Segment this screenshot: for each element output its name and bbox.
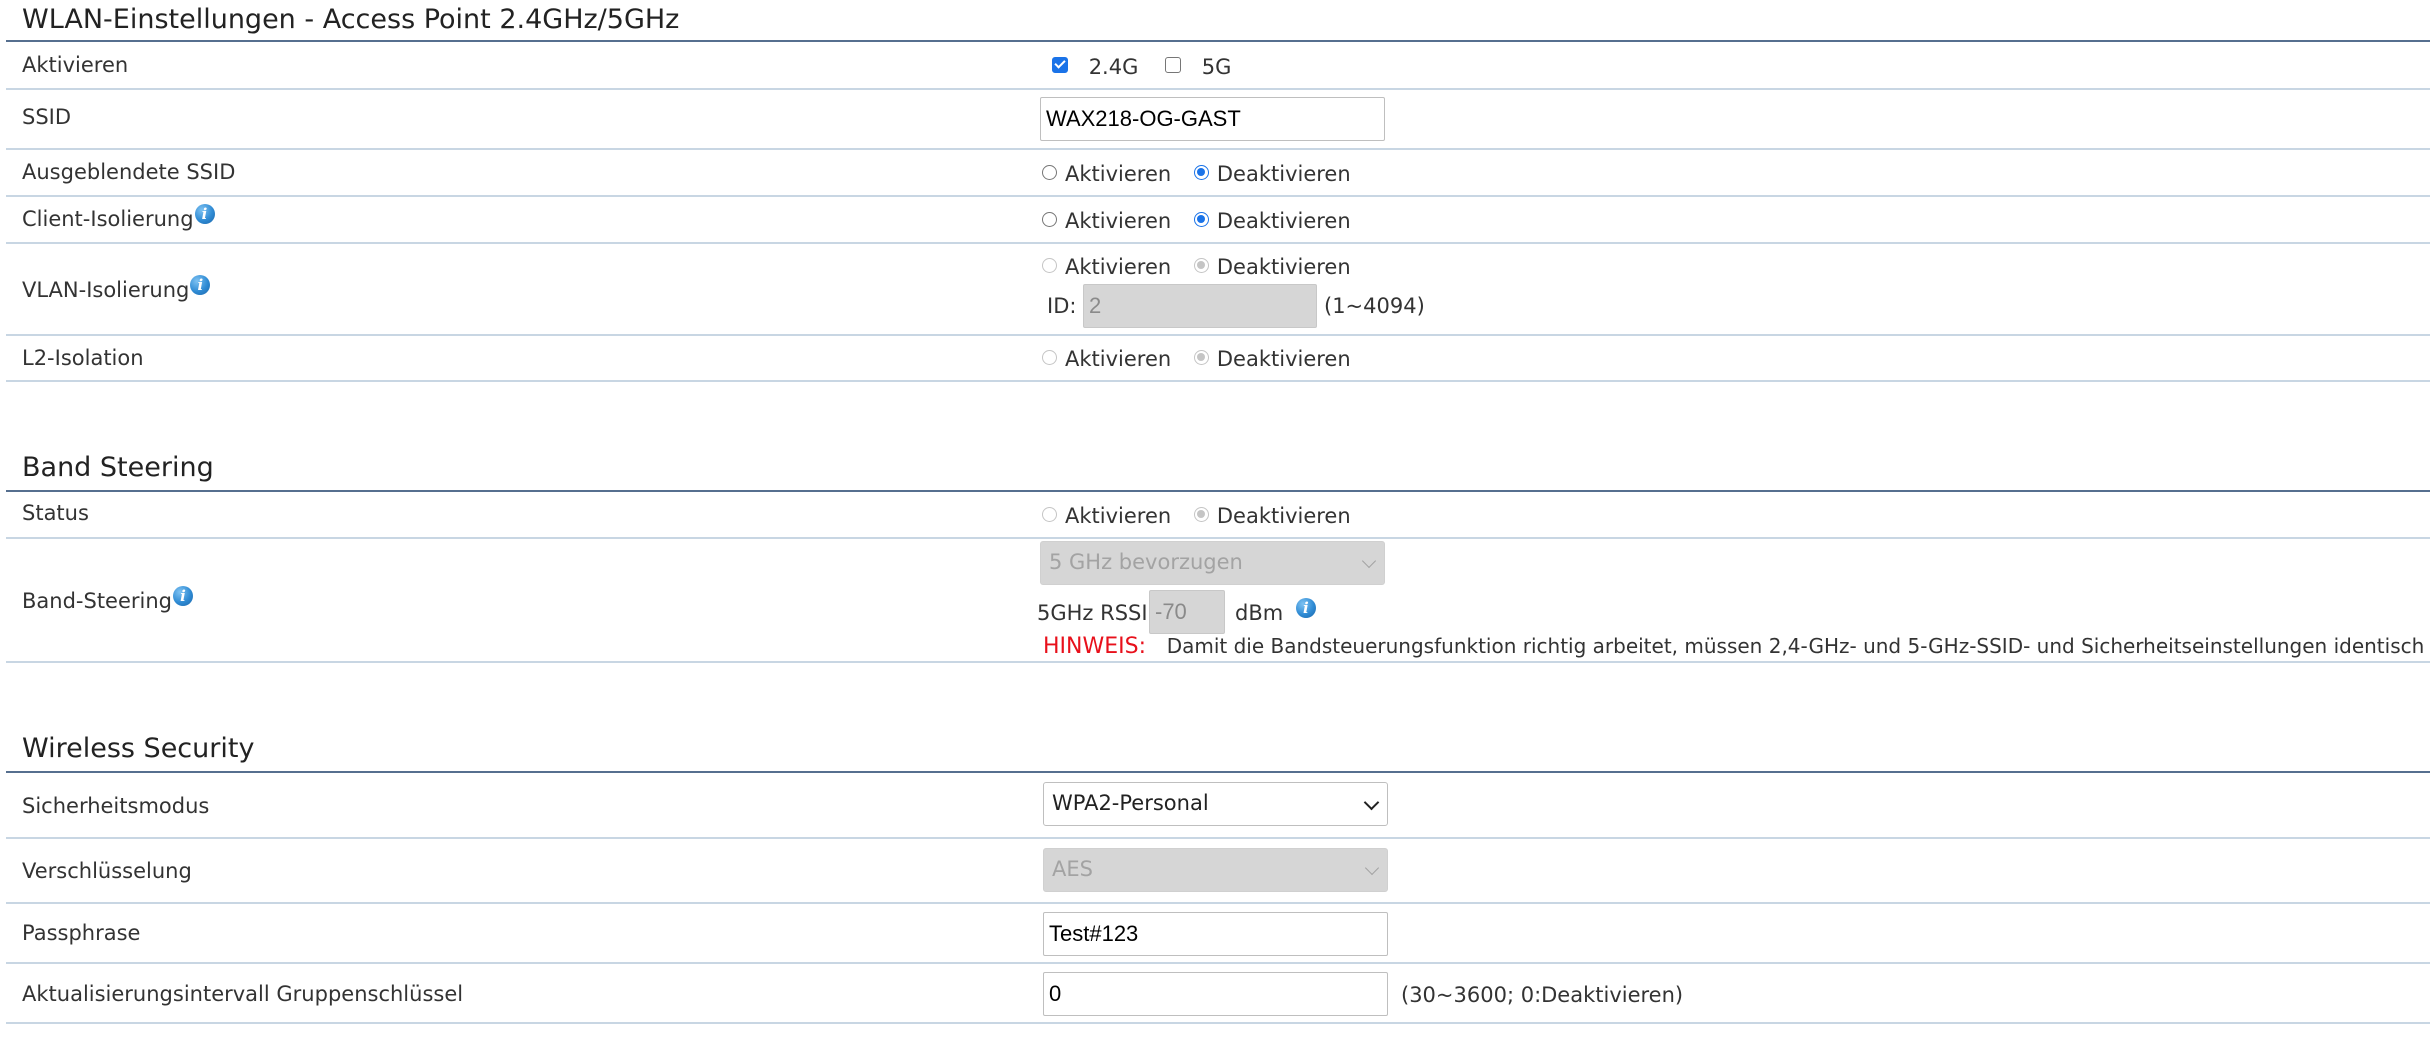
row-divider bbox=[6, 334, 2430, 336]
security-mode-label: Sicherheitsmodus bbox=[22, 794, 210, 818]
rssi-unit-label: dBm bbox=[1235, 601, 1284, 625]
enable-label: Aktivieren bbox=[22, 53, 129, 77]
encryption-select[interactable]: AES bbox=[1043, 848, 1388, 892]
chevron-down-icon bbox=[1364, 860, 1380, 876]
row-divider bbox=[6, 242, 2430, 244]
client-isolation-disable-radio[interactable] bbox=[1193, 211, 1209, 227]
vlan-isolation-enable-label: Aktivieren bbox=[1065, 255, 1172, 279]
settings-page: WLAN-Einstellungen - Access Point 2.4GHz… bbox=[0, 0, 2430, 1062]
hidden-ssid-options: Aktivieren Deaktivieren bbox=[1042, 161, 1367, 187]
passphrase-label: Passphrase bbox=[22, 921, 141, 945]
l2-isolation-enable-radio[interactable] bbox=[1042, 349, 1057, 365]
row-divider bbox=[6, 837, 2430, 839]
l2-isolation-disable-label: Deaktivieren bbox=[1216, 347, 1351, 371]
group-key-interval-label: Aktualisierungsintervall Gruppenschlüsse… bbox=[22, 982, 464, 1006]
vlan-id-range: (1~4094) bbox=[1324, 294, 1425, 318]
wlan-section-title: WLAN-Einstellungen - Access Point 2.4GHz… bbox=[22, 4, 680, 35]
client-isolation-label: Client-Isolierung bbox=[22, 207, 194, 231]
row-divider bbox=[6, 380, 2430, 382]
band-24g-checkbox[interactable] bbox=[1052, 57, 1068, 73]
band-preference-select[interactable]: 5 GHz bevorzugen bbox=[1040, 541, 1385, 585]
band-steering-label: Band-Steering bbox=[22, 589, 173, 613]
hinweis-label: HINWEIS: bbox=[1043, 634, 1147, 659]
band-steering-section-title: Band Steering bbox=[22, 452, 214, 483]
vlan-isolation-label: VLAN-Isolierung bbox=[22, 278, 190, 302]
encryption-value: AES bbox=[1052, 857, 1093, 881]
info-icon[interactable]: i bbox=[173, 586, 194, 606]
group-key-interval-range: (30~3600; 0:Deaktivieren) bbox=[1401, 983, 1684, 1007]
group-key-interval-input[interactable]: 0 bbox=[1043, 972, 1388, 1016]
vlan-id-input[interactable]: 2 bbox=[1083, 284, 1317, 328]
l2-isolation-enable-label: Aktivieren bbox=[1065, 347, 1172, 371]
row-divider bbox=[6, 195, 2430, 197]
client-isolation-enable-label: Aktivieren bbox=[1065, 209, 1172, 233]
band-5g-label: 5G bbox=[1201, 55, 1232, 79]
client-isolation-options: Aktivieren Deaktivieren bbox=[1042, 208, 1367, 234]
band-24g-label: 2.4G bbox=[1088, 55, 1139, 79]
hinweis-row: HINWEIS: Damit die Bandsteuerungsfunktio… bbox=[1043, 633, 2430, 660]
row-divider bbox=[6, 88, 2430, 90]
band-steering-title-rule bbox=[6, 490, 2430, 492]
chevron-down-icon bbox=[1361, 553, 1377, 569]
client-isolation-enable-radio[interactable] bbox=[1042, 211, 1057, 227]
vlan-isolation-disable-radio[interactable] bbox=[1193, 257, 1209, 273]
band-steering-label-row: Band-Steering i bbox=[22, 586, 194, 614]
band-steering-status-label: Status bbox=[22, 501, 89, 525]
row-divider bbox=[6, 537, 2430, 539]
hidden-ssid-label: Ausgeblendete SSID bbox=[22, 160, 236, 184]
security-section-title: Wireless Security bbox=[22, 733, 255, 764]
client-isolation-label-row: Client-Isolierung i bbox=[22, 204, 215, 232]
rssi-unit: dBm i bbox=[1235, 598, 1316, 626]
l2-isolation-label: L2-Isolation bbox=[22, 346, 144, 370]
security-mode-select[interactable]: WPA2-Personal bbox=[1043, 782, 1388, 826]
row-divider bbox=[6, 661, 2430, 663]
band-5g-checkbox[interactable] bbox=[1165, 57, 1182, 73]
encryption-label: Verschlüsselung bbox=[22, 859, 192, 883]
wlan-title-rule bbox=[6, 40, 2430, 42]
row-divider bbox=[6, 902, 2430, 904]
hidden-ssid-enable-label: Aktivieren bbox=[1065, 162, 1172, 186]
l2-isolation-options: Aktivieren Deaktivieren bbox=[1042, 346, 1367, 372]
band-steering-status-options: Aktivieren Deaktivieren bbox=[1042, 503, 1367, 529]
row-divider bbox=[6, 1022, 2430, 1024]
row-divider bbox=[6, 148, 2430, 150]
info-icon[interactable]: i bbox=[1295, 598, 1316, 618]
security-mode-value: WPA2-Personal bbox=[1052, 791, 1209, 815]
vlan-id-label: ID: bbox=[1047, 294, 1077, 318]
hidden-ssid-disable-label: Deaktivieren bbox=[1216, 162, 1351, 186]
hidden-ssid-enable-radio[interactable] bbox=[1042, 164, 1057, 180]
band-steering-enable-radio[interactable] bbox=[1042, 506, 1057, 522]
band-preference-value: 5 GHz bevorzugen bbox=[1049, 550, 1243, 574]
ssid-input[interactable]: WAX218-OG-GAST bbox=[1040, 97, 1385, 141]
info-icon[interactable]: i bbox=[194, 204, 215, 224]
rssi-input[interactable]: -70 bbox=[1149, 590, 1225, 634]
vlan-isolation-options: Aktivieren Deaktivieren bbox=[1042, 254, 1367, 280]
band-steering-disable-label: Deaktivieren bbox=[1216, 504, 1351, 528]
passphrase-input[interactable]: Test#123 bbox=[1043, 912, 1388, 956]
vlan-isolation-label-row: VLAN-Isolierung i bbox=[22, 275, 211, 303]
vlan-isolation-enable-radio[interactable] bbox=[1042, 257, 1057, 273]
band-steering-disable-radio[interactable] bbox=[1193, 506, 1209, 522]
ssid-label: SSID bbox=[22, 105, 72, 129]
security-title-rule bbox=[6, 771, 2430, 773]
client-isolation-disable-label: Deaktivieren bbox=[1216, 209, 1351, 233]
row-divider bbox=[6, 962, 2430, 964]
chevron-down-icon bbox=[1363, 794, 1380, 811]
hinweis-text: Damit die Bandsteuerungsfunktion richtig… bbox=[1166, 634, 2430, 658]
hidden-ssid-disable-radio[interactable] bbox=[1193, 164, 1209, 180]
band-checkboxes: 2.4G 5G bbox=[1052, 54, 1247, 80]
l2-isolation-disable-radio[interactable] bbox=[1193, 349, 1209, 365]
band-steering-enable-label: Aktivieren bbox=[1065, 504, 1172, 528]
vlan-isolation-disable-label: Deaktivieren bbox=[1216, 255, 1351, 279]
info-icon[interactable]: i bbox=[190, 275, 211, 295]
rssi-label: 5GHz RSSI bbox=[1037, 601, 1148, 625]
